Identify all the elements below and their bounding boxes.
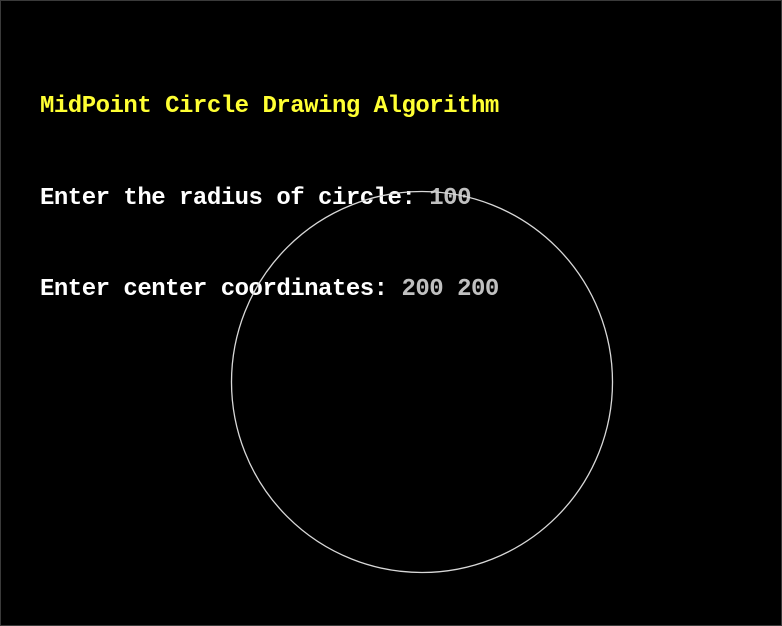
midpoint-circle [230,190,614,574]
drawing-canvas [230,190,614,574]
